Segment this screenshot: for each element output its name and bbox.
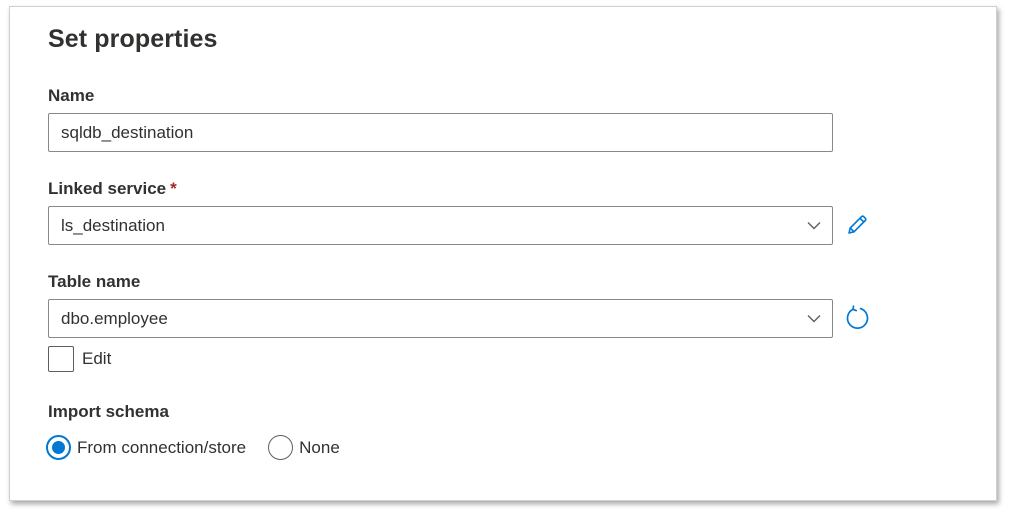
refresh-icon[interactable] (844, 305, 870, 331)
radio-button-selected[interactable] (46, 435, 71, 460)
chevron-down-icon (806, 311, 822, 327)
linked-service-label-text: Linked service (48, 179, 167, 198)
table-name-value: dbo.employee (61, 308, 168, 328)
edit-checkbox-label: Edit (82, 349, 112, 368)
edit-checkbox[interactable] (48, 346, 74, 372)
edit-checkbox-row[interactable]: Edit (48, 346, 111, 372)
required-asterisk: * (170, 179, 177, 198)
table-name-label: Table name (48, 272, 141, 291)
table-name-dropdown[interactable]: dbo.employee (48, 299, 833, 338)
panel-title: Set properties (48, 25, 218, 53)
name-input[interactable]: sqldb_destination (48, 113, 833, 152)
pencil-icon[interactable] (844, 212, 870, 238)
import-schema-label: Import schema (48, 402, 169, 421)
name-label: Name (48, 86, 95, 105)
linked-service-label: Linked service * (48, 179, 177, 199)
radio-label-none: None (299, 437, 340, 457)
set-properties-panel: Set properties Name sqldb_destination Li… (9, 6, 997, 501)
radio-from-connection-store[interactable]: From connection/store (46, 435, 246, 460)
radio-none[interactable]: None (268, 435, 340, 460)
import-schema-radio-group: From connection/store None (46, 435, 362, 460)
linked-service-dropdown[interactable]: ls_destination (48, 206, 833, 245)
name-input-value: sqldb_destination (61, 122, 194, 142)
radio-label-from-connection-store: From connection/store (77, 437, 247, 457)
chevron-down-icon (806, 218, 822, 234)
linked-service-value: ls_destination (61, 215, 165, 235)
radio-button-unselected[interactable] (268, 435, 294, 460)
